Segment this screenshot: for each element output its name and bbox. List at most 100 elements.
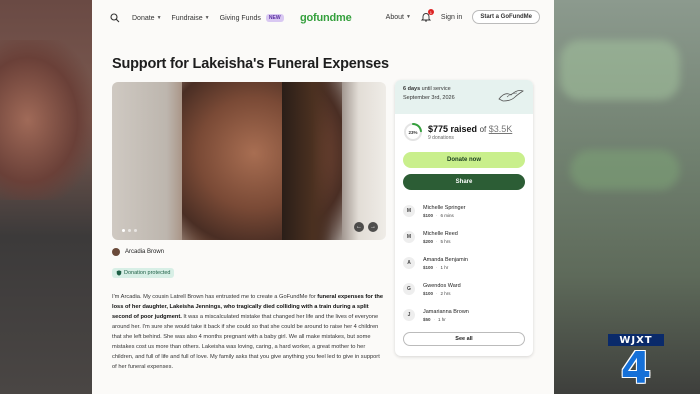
donor-meta: $200 · 5 hrs <box>423 239 458 244</box>
blurred-shape <box>560 40 680 100</box>
nav-donate-label: Donate <box>132 14 155 22</box>
organizer: Arcadia Brown <box>112 248 164 256</box>
separator: · <box>436 290 438 296</box>
station-logo: WJXT 4 <box>608 334 664 392</box>
arrow-right-icon[interactable]: → <box>368 222 378 232</box>
donor-name: Michelle Reed <box>423 230 458 237</box>
campaign-story: I'm Arcadia. My cousin Latrell Brown has… <box>112 292 386 372</box>
raised-amount: $775 raised <box>428 123 478 134</box>
donor-time: 5 hrs <box>440 238 451 244</box>
donor-meta: $100 · 6 mins <box>423 213 466 218</box>
donor-meta: $100 · 2 hrs <box>423 291 461 296</box>
donor-amount: $50 <box>423 316 431 322</box>
donation-protected-label: Donation protected <box>124 270 171 276</box>
page-title: Support for Lakeisha's Funeral Expenses <box>112 56 389 72</box>
station-channel: 4 <box>620 343 652 394</box>
gofundme-logo[interactable]: gofundme <box>300 12 352 24</box>
donor-time: 1 hr <box>438 316 446 322</box>
donor-name: Jamarianna Brown <box>423 308 469 315</box>
list-item: M Michelle Springer $100 · 6 mins <box>395 198 533 224</box>
carousel-arrows: ← → <box>354 222 378 232</box>
donor-meta: $50 · 1 hr <box>423 317 469 322</box>
raised-text: $775 raised of $3.5K 9 donations <box>428 124 512 141</box>
donor-time: 6 mins <box>440 212 454 218</box>
chevron-down-icon: ▼ <box>204 15 210 21</box>
donor-amount: $100 <box>423 290 434 296</box>
tv-background-left <box>0 0 92 394</box>
search-icon[interactable] <box>110 13 120 23</box>
notification-count: 1 <box>427 9 434 15</box>
progress-summary: 23% $775 raised of $3.5K 9 donations <box>395 114 533 142</box>
list-item: G Gwendos Ward $100 · 2 hrs <box>395 276 533 302</box>
goal-of: of <box>479 124 487 134</box>
donor-list: M Michelle Springer $100 · 6 mins M Michelle … <box>395 198 533 328</box>
avatar <box>112 248 120 256</box>
list-item: A Amanda Benjamin $100 · 1 hr <box>395 250 533 276</box>
blurred-shape <box>570 150 680 190</box>
nav-fundraise-label: Fundraise <box>171 14 203 22</box>
progress-ring: 23% <box>403 122 423 142</box>
signin-link[interactable]: Sign in <box>441 14 462 21</box>
nav-about[interactable]: About ▼ <box>386 14 411 21</box>
carousel-dots <box>122 229 137 232</box>
donor-name: Amanda Benjamin <box>423 256 468 263</box>
gofundme-page: Donate ▼ Fundraise ▼ Giving Funds NEW gofun… <box>92 0 554 394</box>
raised-amount-line: $775 raised of $3.5K <box>428 124 512 134</box>
carousel-dot[interactable] <box>128 229 131 232</box>
goal-amount: $3.5K <box>488 123 513 134</box>
organizer-name[interactable]: Arcadia Brown <box>125 249 164 255</box>
donor-time: 1 hr <box>440 264 449 270</box>
header-actions: About ▼ 1 Sign in Start a GoFundMe <box>386 9 540 24</box>
donor-info: Michelle Springer $100 · 6 mins <box>423 205 466 218</box>
list-item: M Michelle Reed $200 · 5 hrs <box>395 224 533 250</box>
donor-amount: $200 <box>423 238 434 244</box>
donation-protected-badge[interactable]: Donation protected <box>112 268 175 278</box>
countdown-suffix: until service <box>421 86 451 92</box>
new-badge: NEW <box>265 14 284 22</box>
progress-percent: 23% <box>408 129 418 135</box>
nav-giving-funds[interactable]: Giving Funds NEW <box>220 14 284 22</box>
notification-button[interactable]: 1 <box>420 9 434 22</box>
share-button[interactable]: Share <box>403 174 525 190</box>
donor-name: Michelle Springer <box>423 204 466 211</box>
site-header: Donate ▼ Fundraise ▼ Giving Funds NEW gofun… <box>92 0 554 36</box>
donations-count: 9 donations <box>428 134 454 141</box>
nav-donate[interactable]: Donate ▼ <box>132 15 162 22</box>
donate-now-button[interactable]: Donate now <box>403 152 525 168</box>
donor-amount: $100 <box>423 212 434 218</box>
dove-icon <box>498 90 524 102</box>
chevron-down-icon: ▼ <box>405 14 411 20</box>
nav-about-label: About <box>385 13 404 21</box>
campaign-photo: ← → <box>112 82 386 240</box>
donation-panel: 6 days until service September 3rd, 2026… <box>395 80 533 356</box>
carousel-dot[interactable] <box>134 229 137 232</box>
donor-info: Jamarianna Brown $50 · 1 hr <box>423 309 469 322</box>
start-gofundme-button[interactable]: Start a GoFundMe <box>472 10 540 24</box>
chevron-down-icon: ▼ <box>156 15 162 21</box>
donor-avatar: G <box>403 283 415 295</box>
separator: · <box>436 238 438 244</box>
carousel-dot[interactable] <box>122 229 125 232</box>
photo-hair <box>282 82 332 240</box>
donor-info: Amanda Benjamin $100 · 1 hr <box>423 257 468 270</box>
donor-name: Gwendos Ward <box>423 282 461 289</box>
list-item: J Jamarianna Brown $50 · 1 hr <box>395 302 533 328</box>
donor-amount: $100 <box>423 264 434 270</box>
donor-avatar: A <box>403 257 415 269</box>
donor-time: 2 hrs <box>440 290 451 296</box>
arrow-left-icon[interactable]: ← <box>354 222 364 232</box>
separator: · <box>436 264 438 270</box>
donor-avatar: M <box>403 205 415 217</box>
nav-giving-funds-label: Giving Funds <box>219 14 261 22</box>
see-all-button[interactable]: See all <box>403 332 525 346</box>
donor-meta: $100 · 1 hr <box>423 265 468 270</box>
service-countdown: 6 days until service September 3rd, 2026 <box>395 80 533 114</box>
donor-avatar: M <box>403 231 415 243</box>
story-text-2: It was a miscalculated mistake that chan… <box>112 314 380 370</box>
donor-info: Gwendos Ward $100 · 2 hrs <box>423 283 461 296</box>
separator: · <box>433 316 436 322</box>
nav-fundraise[interactable]: Fundraise ▼ <box>172 15 210 22</box>
donor-avatar: J <box>403 309 415 321</box>
countdown-days: 6 days <box>403 86 421 92</box>
shield-icon <box>116 270 122 276</box>
